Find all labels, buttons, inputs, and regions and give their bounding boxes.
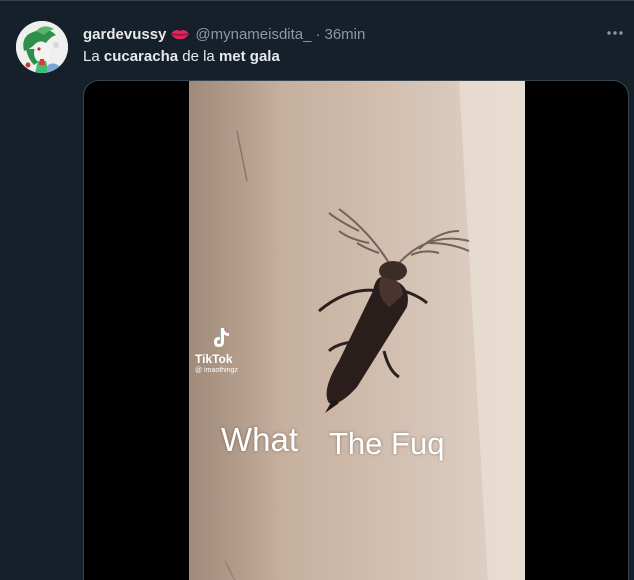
tweet-header: gardevussy @mynameisdita_ · 36min [83, 23, 634, 45]
timestamp[interactable]: 36min [325, 26, 366, 43]
display-name[interactable]: gardevussy [83, 26, 166, 43]
tweet-text: La cucaracha de la met gala [83, 48, 280, 65]
tiktok-name: TikTok [195, 352, 233, 366]
video-frame[interactable]: TikTok @ imaothingz What The Fuq [189, 81, 525, 580]
tiktok-username: @ imaothingz [195, 367, 238, 374]
text-segment-bold: met gala [218, 48, 280, 65]
video-player[interactable]: TikTok @ imaothingz What The Fuq [83, 80, 629, 580]
text-segment-bold: cucaracha [103, 48, 179, 65]
more-icon[interactable] [604, 23, 626, 43]
video-caption-the-fuq: The Fuq [329, 426, 445, 461]
user-handle[interactable]: @mynameisdita_ [195, 26, 311, 43]
tiktok-logo-icon [214, 328, 229, 347]
separator-dot: · [315, 25, 321, 43]
text-segment: La [83, 48, 104, 65]
tiktok-watermark: TikTok @ imaothingz [195, 326, 275, 386]
lips-icon [170, 26, 190, 42]
avatar[interactable] [16, 21, 68, 73]
video-caption-what: What [221, 421, 299, 458]
gardevoir-avatar-icon [16, 21, 68, 73]
text-segment: de la [178, 48, 219, 65]
tweet-card[interactable]: gardevussy @mynameisdita_ · 36min La cuc… [0, 0, 634, 580]
